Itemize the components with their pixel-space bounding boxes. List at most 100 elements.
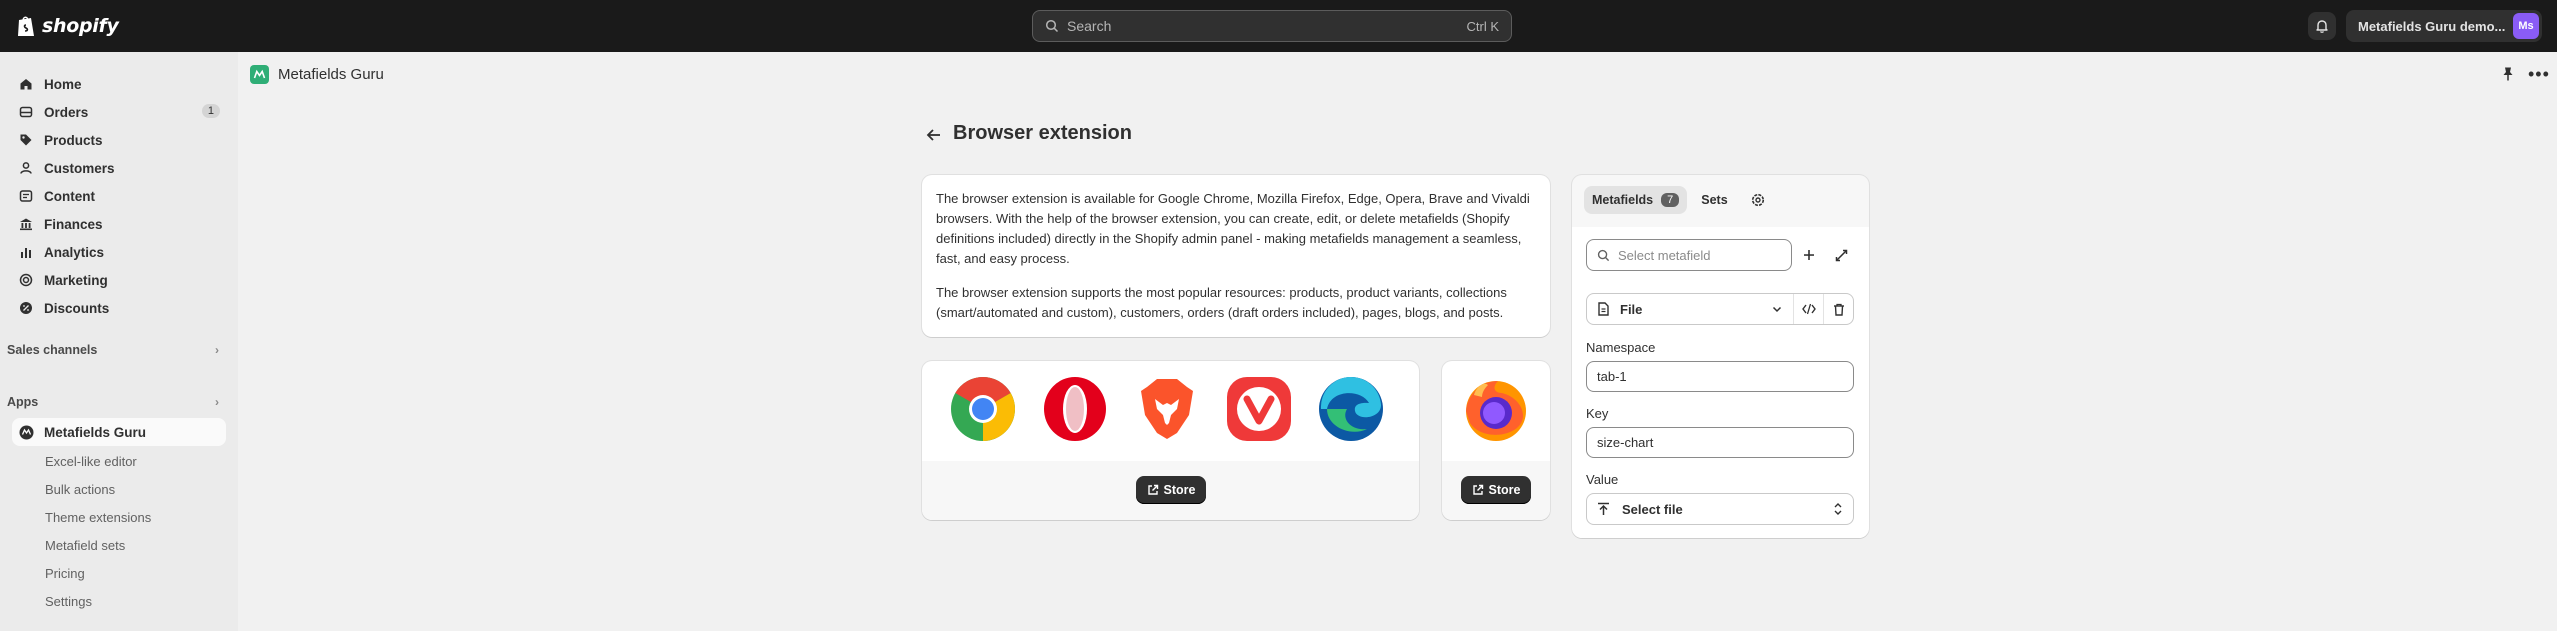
back-arrow-icon[interactable] <box>924 125 944 145</box>
sidebar-subitem-theme-extensions[interactable]: Theme extensions <box>45 510 151 525</box>
description-paragraph: The browser extension supports the most … <box>936 285 1507 320</box>
select-file-button[interactable]: Select file <box>1586 493 1854 525</box>
metafields-guru-app-icon <box>18 424 34 440</box>
sidebar-item-label: Content <box>44 188 95 204</box>
search-icon <box>1597 249 1610 261</box>
sidebar-item-label: Analytics <box>44 244 105 260</box>
sidebar-item-label: Finances <box>44 216 103 232</box>
search-placeholder: Search <box>1067 18 1112 34</box>
metafield-type-row: File <box>1586 293 1854 325</box>
sidebar-item-discounts[interactable]: Discounts <box>12 294 226 322</box>
person-icon <box>18 160 34 176</box>
apps-label: Apps <box>7 395 39 409</box>
metafields-guru-app-icon <box>250 65 269 84</box>
sidebar-item-finances[interactable]: Finances <box>12 210 226 238</box>
sidebar-item-home[interactable]: Home <box>12 70 226 98</box>
sales-channels-label: Sales channels <box>7 343 98 357</box>
select-metafield-input[interactable]: Select metafield <box>1586 239 1792 271</box>
description-paragraph: The browser extension is available for G… <box>936 191 1530 266</box>
avatar: Ms <box>2513 13 2539 39</box>
delete-metafield-button[interactable] <box>1823 294 1853 324</box>
namespace-label: Namespace <box>1586 340 1656 355</box>
expand-button[interactable] <box>1826 239 1856 271</box>
firefox-store-button[interactable]: Store <box>1461 476 1531 504</box>
edge-icon <box>1319 376 1383 441</box>
sidebar-item-metafields-guru[interactable]: Metafields Guru <box>12 418 226 446</box>
key-label: Key <box>1586 406 1609 421</box>
home-icon <box>18 76 34 92</box>
external-link-icon <box>1147 484 1158 495</box>
add-metafield-button[interactable] <box>1794 239 1824 271</box>
search-shortcut: Ctrl K <box>1466 18 1500 34</box>
discount-icon <box>18 300 34 316</box>
description-card: The browser extension is available for G… <box>922 175 1550 337</box>
shopify-logo[interactable]: shopify <box>16 13 119 39</box>
sidebar-item-analytics[interactable]: Analytics <box>12 238 226 266</box>
code-icon <box>1801 303 1816 315</box>
namespace-input[interactable]: tab-1 <box>1586 361 1854 392</box>
sidebar-item-label: Metafields Guru <box>44 424 147 440</box>
sidebar-item-label: Discounts <box>44 300 110 316</box>
sidebar-subitem-settings[interactable]: Settings <box>45 594 92 609</box>
sidebar-subitem-bulk-actions[interactable]: Bulk actions <box>45 482 115 497</box>
namespace-value: tab-1 <box>1597 369 1627 384</box>
file-icon <box>1598 302 1609 316</box>
apps-section[interactable]: Apps › <box>7 395 219 409</box>
sidebar-item-label: Products <box>44 132 103 148</box>
chevron-right-icon: › <box>215 343 219 357</box>
upload-icon <box>1598 502 1609 515</box>
shopify-wordmark: shopify <box>42 15 119 37</box>
firefox-card: Store <box>1442 361 1550 520</box>
app-title: Metafields Guru <box>278 66 384 83</box>
key-value: size-chart <box>1597 435 1654 450</box>
code-view-button[interactable] <box>1793 294 1823 324</box>
trash-icon <box>1833 303 1844 316</box>
browsers-store-footer: Store <box>922 461 1419 520</box>
sidebar-item-orders[interactable]: Orders 1 <box>12 98 226 126</box>
sidebar-item-products[interactable]: Products <box>12 126 226 154</box>
pin-icon[interactable] <box>2501 66 2515 82</box>
external-link-icon <box>1472 484 1483 495</box>
plus-icon <box>1804 250 1814 260</box>
sidebar-subitem-metafield-sets[interactable]: Metafield sets <box>45 538 125 553</box>
metafield-editor: Select metafield File Namespace tab-1 Ke… <box>1572 227 1869 538</box>
browser-logos <box>922 361 1419 461</box>
sidebar: Home Orders 1 Products Customers Content… <box>0 52 238 631</box>
vivaldi-icon <box>1227 377 1291 441</box>
bank-icon <box>18 216 34 232</box>
tab-metafields[interactable]: Metafields 7 <box>1584 186 1688 214</box>
value-label: Value <box>1586 472 1619 487</box>
metafields-tabs: Metafields 7 Sets <box>1584 186 1774 214</box>
store-button-label: Store <box>1488 483 1521 497</box>
orders-icon <box>18 104 34 120</box>
store-name: Metafields Guru demo... <box>2358 18 2506 34</box>
notifications-button[interactable] <box>2308 12 2336 40</box>
sidebar-item-label: Home <box>44 76 82 92</box>
content-icon <box>18 188 34 204</box>
brave-icon <box>1141 379 1193 439</box>
sidebar-subitem-excel-editor[interactable]: Excel-like editor <box>45 454 137 469</box>
sidebar-item-label: Customers <box>44 160 115 176</box>
page-title: Browser extension <box>953 122 1132 144</box>
select-metafield-placeholder: Select metafield <box>1618 247 1711 263</box>
sidebar-item-content[interactable]: Content <box>12 182 226 210</box>
sidebar-item-customers[interactable]: Customers <box>12 154 226 182</box>
metafield-type-label: File <box>1620 301 1643 317</box>
search-icon <box>1045 19 1059 33</box>
search-bar[interactable]: Search Ctrl K <box>1032 10 1512 42</box>
shopify-bag-icon <box>18 16 34 36</box>
more-actions-icon[interactable]: ••• <box>2528 64 2550 85</box>
top-bar: shopify Search Ctrl K Metafields Guru de… <box>0 0 2557 52</box>
app-header: Metafields Guru ••• <box>238 52 2557 96</box>
tab-sets[interactable]: Sets <box>1693 186 1735 214</box>
chevron-right-icon: › <box>215 395 219 409</box>
key-input[interactable]: size-chart <box>1586 427 1854 458</box>
sales-channels-section[interactable]: Sales channels › <box>7 343 219 357</box>
store-menu-button[interactable]: Metafields Guru demo... Ms <box>2346 10 2542 42</box>
store-button[interactable]: Store <box>1136 476 1206 504</box>
settings-gear-button[interactable] <box>1742 186 1774 214</box>
sidebar-subitem-pricing[interactable]: Pricing <box>45 566 85 581</box>
sidebar-item-marketing[interactable]: Marketing <box>12 266 226 294</box>
metafields-panel: Metafields 7 Sets Select metafield File <box>1572 175 1869 538</box>
metafield-type-select[interactable]: File <box>1587 294 1793 324</box>
